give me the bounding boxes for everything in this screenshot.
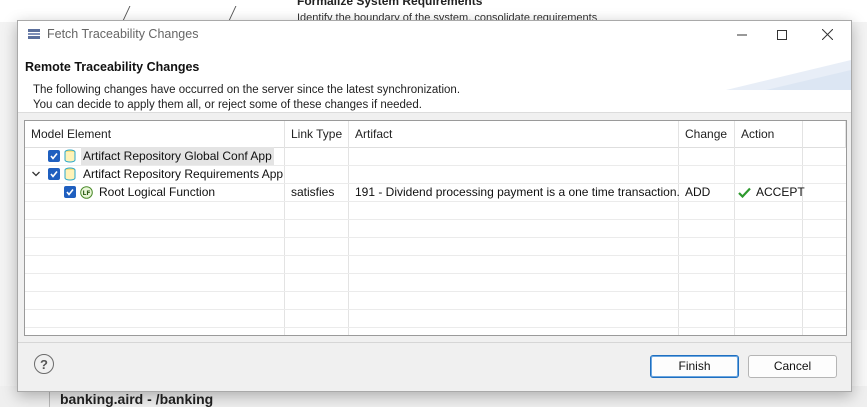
action-cell[interactable]: ACCEPT	[756, 183, 805, 201]
close-button[interactable]	[805, 21, 849, 48]
chevron-down-icon[interactable]	[30, 168, 42, 180]
header-banner-graphic	[726, 60, 851, 90]
header-description-line2: You can decide to apply them all, or rej…	[33, 99, 422, 111]
table-row[interactable]: Artifact Repository Global Conf App	[25, 147, 846, 165]
logical-function-icon: LF	[80, 186, 93, 199]
row-checkbox[interactable]	[48, 168, 60, 180]
grid-line	[25, 219, 846, 220]
grid-line	[25, 327, 846, 328]
footer-separator	[18, 342, 851, 343]
row-checkbox[interactable]	[64, 186, 76, 198]
model-element-label: Artifact Repository Requirements App	[83, 167, 284, 181]
background-editor-tab[interactable]: banking.aird - /banking	[60, 391, 213, 407]
column-header-model-element[interactable]: Model Element	[25, 121, 285, 147]
cancel-button[interactable]: Cancel	[748, 355, 837, 378]
grid-line	[25, 291, 846, 292]
table-row[interactable]: LF Root Logical Function satisfies 191 -…	[25, 183, 846, 201]
repository-icon	[64, 167, 76, 181]
minimize-button[interactable]	[720, 21, 764, 48]
column-header-empty	[803, 121, 846, 147]
column-header-artifact[interactable]: Artifact	[349, 121, 679, 147]
grid-line	[25, 273, 846, 274]
repository-icon	[64, 149, 76, 163]
grid-line	[25, 201, 846, 202]
grid-line	[25, 237, 846, 238]
row-checkbox[interactable]	[48, 150, 60, 162]
link-type-cell: satisfies	[291, 185, 335, 199]
dialog-title: Fetch Traceability Changes	[47, 27, 199, 41]
changes-table[interactable]: Model Element Link Type Artifact Change …	[24, 120, 847, 336]
dialog-header: Remote Traceability Changes The followin…	[18, 48, 851, 113]
change-cell: ADD	[685, 185, 711, 199]
accept-check-icon	[738, 187, 751, 198]
column-header-link-type[interactable]: Link Type	[285, 121, 349, 147]
background-divider	[49, 390, 50, 407]
fetch-traceability-dialog: Fetch Traceability Changes Remote Tracea…	[17, 20, 852, 392]
background-heading: Formalize System Requirements	[297, 0, 483, 8]
table-header: Model Element Link Type Artifact Change …	[25, 121, 846, 148]
dialog-titlebar[interactable]: Fetch Traceability Changes	[18, 21, 851, 48]
app-icon	[27, 27, 41, 41]
column-header-action[interactable]: Action	[735, 121, 803, 147]
table-row[interactable]: Artifact Repository Requirements App	[25, 165, 846, 183]
grid-line	[25, 309, 846, 310]
finish-button[interactable]: Finish	[650, 355, 739, 378]
help-button[interactable]: ?	[34, 354, 54, 374]
maximize-button[interactable]	[760, 21, 804, 48]
column-header-change[interactable]: Change	[679, 121, 735, 147]
grid-line	[25, 255, 846, 256]
model-element-label: Artifact Repository Global Conf App	[81, 147, 274, 165]
header-title: Remote Traceability Changes	[25, 60, 200, 74]
model-element-label: Root Logical Function	[99, 185, 216, 199]
header-description-line1: The following changes have occurred on t…	[33, 84, 461, 96]
svg-text:LF: LF	[83, 190, 91, 197]
artifact-cell: 191 - Dividend processing payment is a o…	[355, 185, 680, 199]
